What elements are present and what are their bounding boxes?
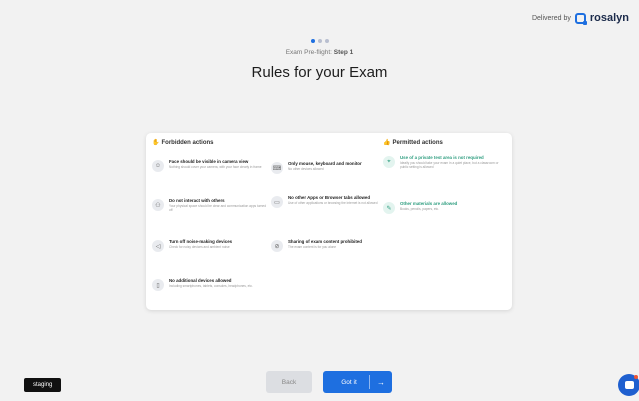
rule-item: ◁ Turn off noise-making devices Check fo… — [152, 239, 270, 252]
step-label-step: Step 1 — [333, 49, 354, 56]
back-button[interactable]: Back — [266, 371, 312, 393]
step-progress-dots — [0, 39, 639, 43]
delivered-by-label: Delivered by — [531, 14, 571, 22]
step-dot-3 — [324, 39, 329, 43]
page-title: Rules for your Exam — [251, 64, 388, 81]
rosalyn-logo-icon — [574, 12, 587, 25]
speaker-off-icon: ◁ — [152, 240, 164, 252]
people-icon: ⚇ — [152, 199, 164, 211]
face-icon: ☺ — [152, 160, 164, 172]
step-label-prefix: Exam Pre-flight: — [285, 49, 332, 56]
rule-item: ▯ No additional devices allowed Includin… — [152, 278, 270, 291]
step-label: Exam Pre-flight: Step 1 — [0, 49, 639, 56]
rule-title: No additional devices allowed — [169, 278, 232, 283]
arrow-right-icon: → — [377, 377, 385, 387]
brand-name: rosalyn — [589, 12, 629, 24]
got-it-label: Got it — [341, 378, 357, 386]
rule-desc: Books, pencils, papers, etc. — [400, 207, 439, 212]
rule-desc: Ideally you should take your exam in a q… — [400, 161, 499, 170]
keyboard-icon: ⌨ — [271, 162, 283, 174]
rule-title: Only mouse, keyboard and monitor — [288, 161, 362, 166]
rule-title: Do not interact with others — [169, 198, 225, 203]
rule-desc: Nothing should cover your camera, with y… — [169, 165, 262, 170]
got-it-button[interactable]: Got it → — [323, 371, 392, 393]
chat-launcher-button[interactable] — [618, 374, 639, 396]
staging-badge: staging — [24, 378, 62, 392]
rule-item: ⊘ Sharing of exam content prohibited The… — [271, 239, 381, 252]
rule-desc: Your physical space should be clear and … — [169, 204, 266, 213]
rule-item: ☺ Face should be visible in camera view … — [152, 159, 270, 172]
rule-desc: Including smartphones, tablets, consoles… — [169, 284, 253, 289]
rule-desc: Use of other applications or browsing th… — [288, 201, 378, 206]
pencil-icon: ✎ — [383, 202, 395, 214]
step-dot-2 — [317, 39, 322, 43]
raised-hand-icon: ✋ — [152, 140, 160, 146]
rule-title: Other materials are allowed — [400, 201, 458, 206]
rule-desc: No other devices allowed — [288, 167, 324, 172]
forbidden-title-label: Forbidden actions — [161, 140, 214, 146]
browser-tabs-icon: ▭ — [271, 196, 283, 208]
permitted-title: 👍 Permitted actions — [383, 140, 443, 146]
rule-item: ⌨ Only mouse, keyboard and monitor No ot… — [271, 161, 381, 174]
rule-title: Use of a private test area is not requir… — [400, 155, 484, 160]
location-icon: ⌖ — [383, 156, 395, 168]
share-blocked-icon: ⊘ — [271, 240, 283, 252]
rule-title: No other Apps or Browser tabs allowed — [288, 195, 371, 200]
delivered-by: Delivered by rosalyn — [531, 12, 629, 25]
rule-title: Sharing of exam content prohibited — [288, 239, 362, 244]
rule-item: ⚇ Do not interact with others Your physi… — [152, 198, 270, 212]
rule-item: ✎ Other materials are allowed Books, pen… — [383, 201, 505, 214]
step-dot-1 — [310, 39, 315, 43]
devices-icon: ▯ — [152, 279, 164, 291]
permitted-title-label: Permitted actions — [392, 140, 443, 146]
rule-title: Face should be visible in camera view — [169, 159, 249, 164]
rule-item: ▭ No other Apps or Browser tabs allowed … — [271, 195, 381, 208]
rule-item: ⌖ Use of a private test area is not requ… — [383, 155, 505, 169]
rules-card: ✋ Forbidden actions 👍 Permitted actions … — [146, 133, 512, 310]
forbidden-title: ✋ Forbidden actions — [152, 140, 214, 146]
thumbs-up-icon: 👍 — [383, 140, 391, 146]
chat-icon — [624, 381, 634, 389]
rule-title: Turn off noise-making devices — [169, 239, 233, 244]
rule-desc: Check for noisy devices and ambient nois… — [169, 245, 230, 250]
rule-desc: The exam content is for you alone — [288, 245, 337, 250]
notification-badge — [634, 375, 638, 379]
